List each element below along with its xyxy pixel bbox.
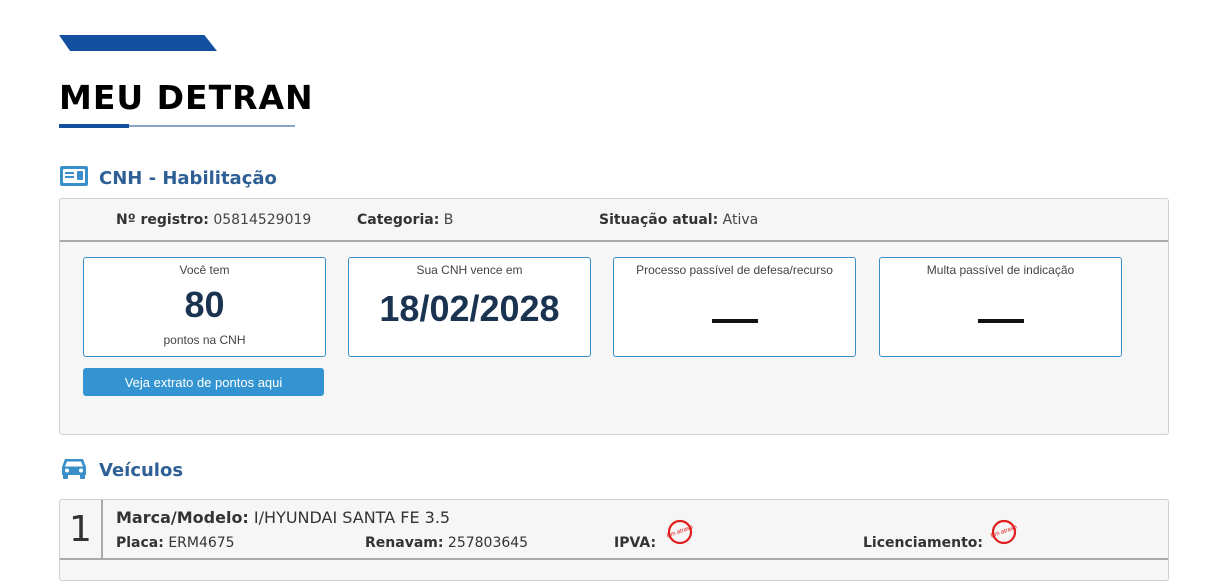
modelo-label: Marca/Modelo: [116, 508, 249, 527]
ipva-field: IPVA: Em atraso [614, 519, 694, 551]
modelo-field: Marca/Modelo: I/HYUNDAI SANTA FE 3.5 [116, 508, 450, 527]
cnh-section-heading: CNH - Habilitação [59, 165, 277, 191]
page-title: MEU DETRAN [59, 78, 314, 117]
cnh-info-bar: Nº registro: 05814529019 Categoria: B Si… [60, 199, 1168, 242]
pontos-card: Você tem 80 pontos na CNH [83, 257, 326, 357]
categoria-label: Categoria: [357, 212, 440, 228]
renavam-label: Renavam: [365, 535, 444, 551]
vencimento-value: 18/02/2028 [379, 288, 560, 329]
categoria-field: Categoria: B [357, 212, 453, 228]
title-underline [59, 124, 295, 128]
car-icon [59, 456, 89, 484]
cnh-heading: CNH - Habilitação [99, 167, 277, 189]
multa-card: Multa passível de indicação [879, 257, 1122, 357]
vencimento-caption: Sua CNH vence em [416, 263, 523, 277]
placa-value: ERM4675 [168, 535, 235, 551]
pontos-sub: pontos na CNH [163, 333, 246, 347]
situacao-value: Ativa [722, 212, 759, 228]
ipva-label: IPVA: [614, 535, 657, 551]
placa-label: Placa: [116, 535, 164, 551]
id-card-icon [59, 165, 89, 191]
veiculos-heading: Veículos [99, 459, 184, 481]
multa-empty-dash [977, 319, 1024, 323]
placa-field: Placa: ERM4675 [116, 535, 235, 551]
veiculo-index: 1 [60, 500, 103, 558]
renavam-value: 257803645 [447, 535, 529, 551]
pontos-value: 80 [184, 284, 225, 325]
vencimento-card: Sua CNH vence em 18/02/2028 [348, 257, 591, 357]
registro-value: 05814529019 [213, 212, 312, 228]
licenciamento-em-atraso-stamp: Em atraso [990, 519, 1018, 545]
categoria-value: B [443, 212, 454, 228]
processo-card: Processo passível de defesa/recurso [613, 257, 856, 357]
pontos-caption: Você tem [179, 263, 230, 277]
renavam-field: Renavam: 257803645 [365, 535, 528, 551]
licenciamento-field: Licenciamento: Em atraso [863, 519, 1018, 551]
situacao-field: Situação atual: Ativa [599, 212, 758, 228]
licenciamento-label: Licenciamento: [863, 535, 983, 551]
situacao-label: Situação atual: [599, 212, 719, 228]
processo-empty-dash [711, 319, 758, 323]
veiculo-row-divider [60, 558, 1168, 560]
modelo-value: I/HYUNDAI SANTA FE 3.5 [253, 508, 451, 527]
ipva-em-atraso-stamp: Em atraso [666, 519, 694, 545]
processo-caption: Processo passível de defesa/recurso [636, 263, 833, 277]
top-stripe [59, 35, 217, 51]
registro-label: Nº registro: [116, 212, 209, 228]
cnh-panel: Nº registro: 05814529019 Categoria: B Si… [59, 198, 1169, 435]
veiculos-section-heading: Veículos [59, 456, 183, 484]
extrato-pontos-button[interactable]: Veja extrato de pontos aqui [83, 368, 324, 396]
registro-field: Nº registro: 05814529019 [116, 212, 311, 228]
multa-caption: Multa passível de indicação [926, 263, 1075, 277]
veiculo-row[interactable]: 1 Marca/Modelo: I/HYUNDAI SANTA FE 3.5 P… [59, 499, 1169, 581]
